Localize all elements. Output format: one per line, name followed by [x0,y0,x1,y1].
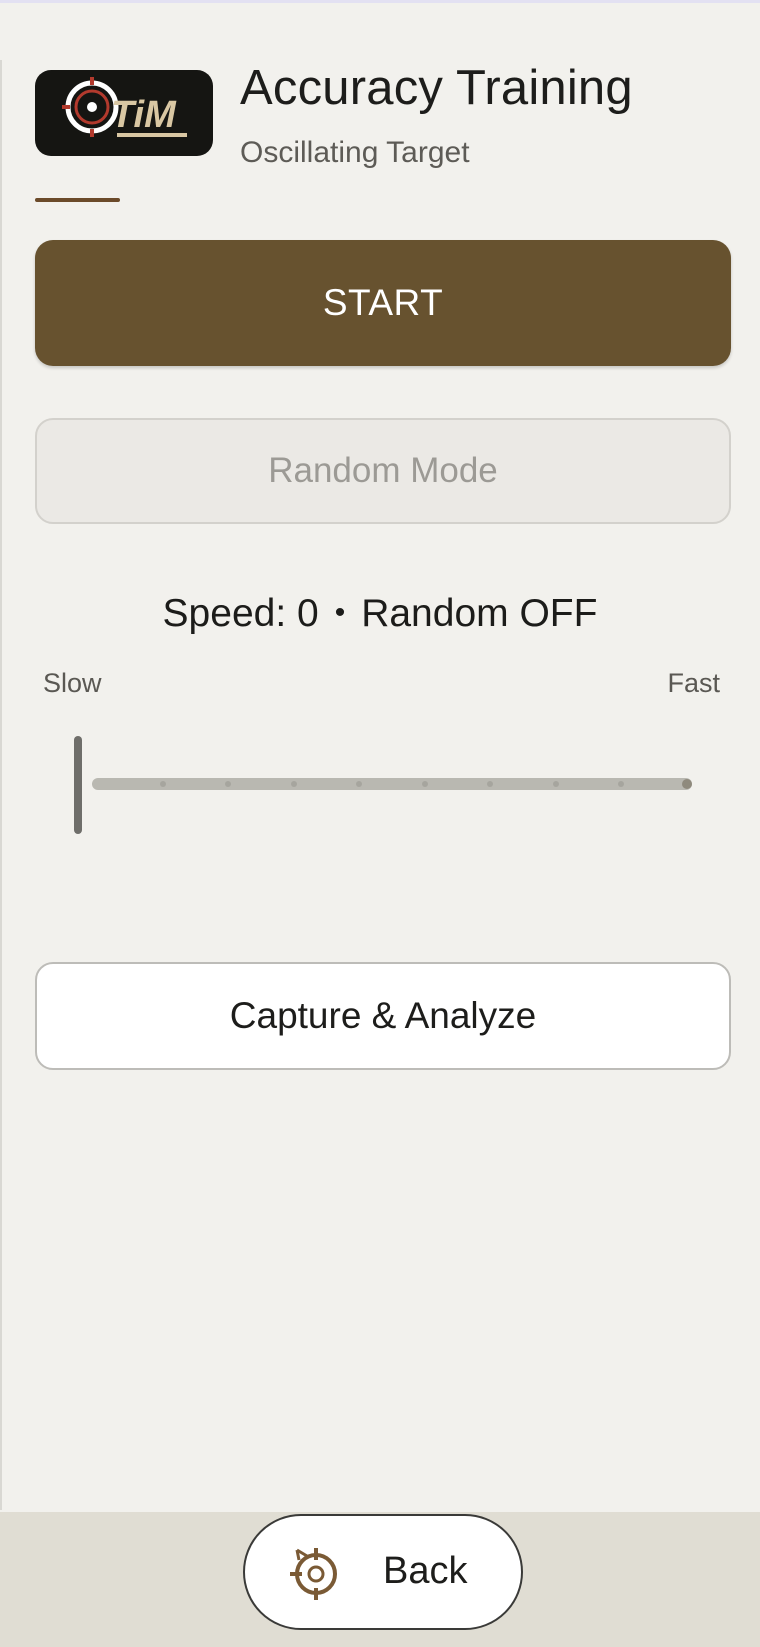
left-edge-divider [0,60,2,1510]
slider-max-label: Fast [667,668,720,698]
speed-slider[interactable] [60,730,710,840]
random-state-text: Random OFF [361,592,598,635]
slider-thumb[interactable] [74,736,82,834]
top-status-strip [0,0,760,3]
page-title: Accuracy Training [240,61,633,115]
title-accent-underline [35,198,120,202]
slider-tick [553,781,559,787]
back-target-icon [290,1548,337,1600]
speed-status: Speed: 0 • Random OFF [0,592,760,636]
slider-tick [487,781,493,787]
tim-logo-icon: TiM [62,77,187,137]
back-label: Back [383,1550,468,1592]
slider-min-label: Slow [43,668,102,698]
random-mode-button[interactable]: Random Mode [35,418,731,524]
slider-tick [291,781,297,787]
slider-track[interactable] [92,778,692,790]
capture-analyze-button[interactable]: Capture & Analyze [35,962,731,1070]
app-logo: TiM [35,70,213,156]
slider-tick [682,779,692,789]
slider-tick [356,781,362,787]
slider-tick [225,781,231,787]
page-subtitle: Oscillating Target [240,136,470,169]
status-separator: • [334,596,346,629]
back-button[interactable]: Back [243,1514,523,1630]
crosshair-icon [62,77,119,137]
slider-tick [618,781,624,787]
start-button[interactable]: START [35,240,731,366]
slider-tick [160,781,166,787]
slider-tick [422,781,428,787]
logo-wordmark: TiM [111,94,177,136]
speed-value-text: Speed: 0 [162,592,319,635]
